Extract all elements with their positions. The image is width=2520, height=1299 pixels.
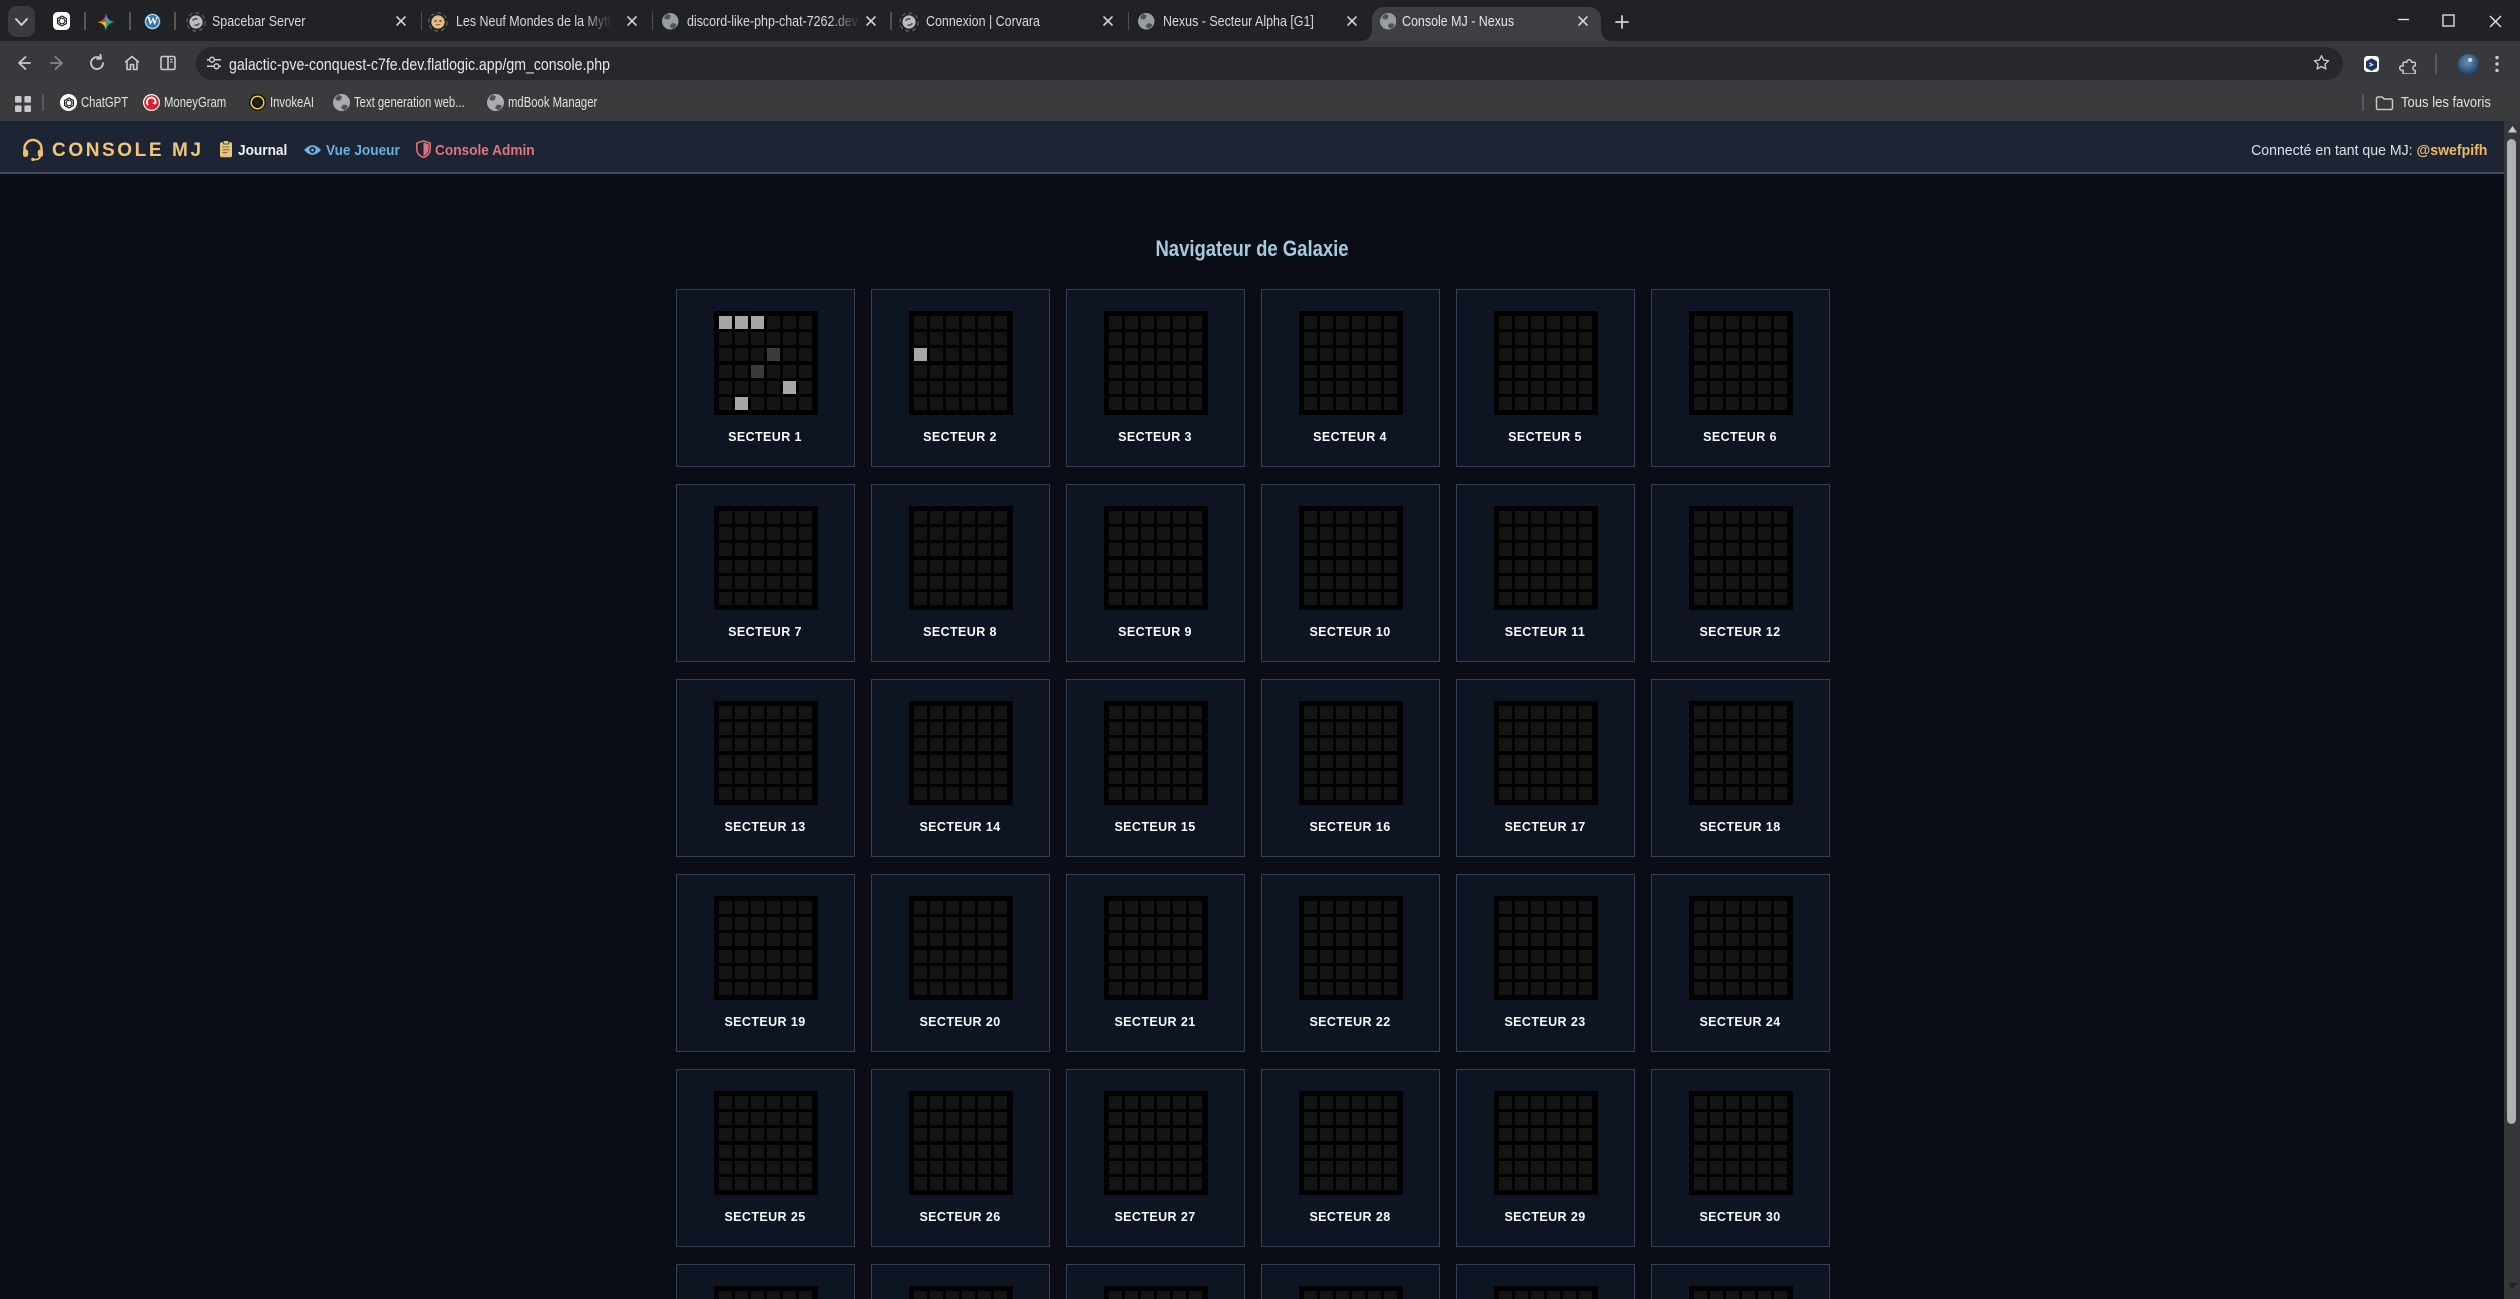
svg-text:W: W [147, 15, 159, 27]
